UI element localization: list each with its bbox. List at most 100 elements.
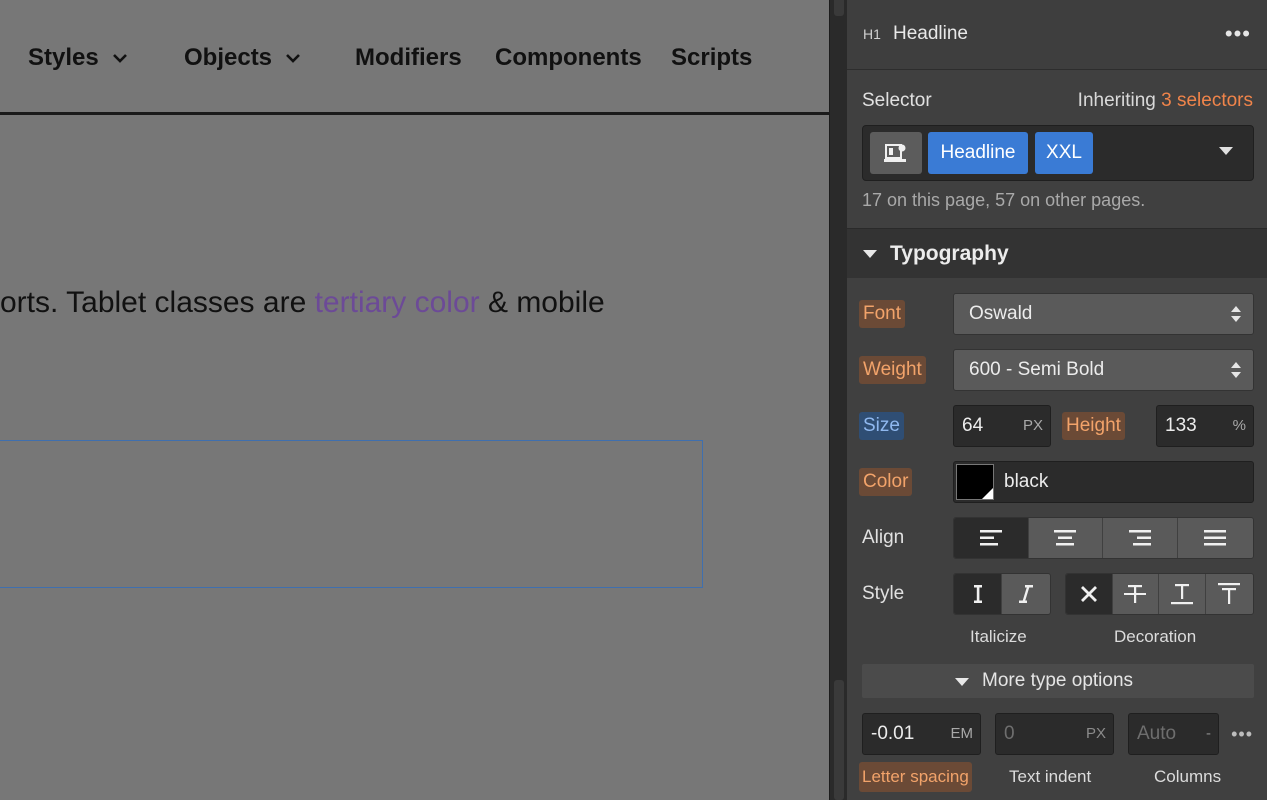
more-type-options-label: More type options — [982, 670, 1134, 691]
chevron-down-icon — [112, 54, 127, 63]
align-left-icon — [979, 530, 1002, 546]
select-arrows-icon — [1231, 306, 1241, 322]
color-swatch[interactable] — [956, 464, 994, 500]
selected-element-outline[interactable] — [0, 440, 703, 588]
canvas-paragraph[interactable]: orts. Tablet classes are tertiary color … — [0, 286, 829, 320]
inheriting-info[interactable]: Inheriting 3 selectors — [1078, 90, 1253, 112]
element-type-badge: H1 — [863, 26, 881, 42]
inheriting-count-link[interactable]: 3 selectors — [1161, 90, 1253, 111]
strikethrough-icon — [1124, 585, 1147, 603]
line-height-input[interactable]: 133 % — [1156, 405, 1254, 447]
weight-label[interactable]: Weight — [859, 356, 926, 384]
more-options-icon[interactable]: ••• — [1225, 23, 1251, 45]
nav-scripts[interactable]: Scripts — [671, 44, 752, 72]
selector-chip-headline[interactable]: Headline — [928, 132, 1028, 174]
align-label: Align — [862, 527, 905, 548]
columns-value: Auto — [1137, 723, 1177, 744]
text-indent-label: Text indent — [1009, 767, 1092, 786]
tertiary-color-text: tertiary color — [314, 286, 480, 319]
decoration-none-button[interactable] — [1066, 574, 1113, 614]
scrollbar-thumb[interactable] — [834, 680, 844, 800]
weight-value: 600 - Semi Bold — [969, 359, 1105, 380]
columns-label: Columns — [1154, 767, 1222, 786]
nav-modifiers[interactable]: Modifiers — [355, 44, 462, 72]
align-center-button[interactable] — [1029, 518, 1103, 558]
design-canvas[interactable]: Styles Objects Modifiers Components Scri… — [0, 0, 829, 800]
italic-text-icon — [1019, 585, 1033, 603]
italicize-caption: Italicize — [970, 627, 1027, 646]
inheriting-prefix: Inheriting — [1077, 90, 1162, 111]
letter-spacing-value: -0.01 — [871, 723, 915, 744]
decoration-caption: Decoration — [1114, 627, 1197, 646]
overline-icon — [1218, 583, 1241, 604]
paragraph-text-end: & mobile — [479, 286, 605, 319]
align-justify-icon — [1204, 530, 1227, 546]
swatch-corner — [982, 488, 993, 499]
height-label[interactable]: Height — [1062, 412, 1125, 440]
nav-objects-label: Objects — [184, 44, 273, 71]
italic-group — [953, 573, 1051, 615]
selector-usage-note: 17 on this page, 57 on other pages. — [862, 190, 1146, 210]
selector-label: Selector — [862, 90, 932, 111]
nav-styles-label: Styles — [28, 44, 99, 71]
size-label[interactable]: Size — [859, 412, 904, 440]
close-icon — [1080, 586, 1097, 602]
underline-button[interactable] — [1159, 574, 1206, 614]
align-right-button[interactable] — [1103, 518, 1178, 558]
selector-field[interactable]: Headline XXL — [862, 125, 1254, 181]
columns-more-icon[interactable]: ••• — [1231, 724, 1253, 744]
text-indent-input[interactable]: 0 PX — [995, 713, 1114, 755]
overline-button[interactable] — [1206, 574, 1253, 614]
upright-text-icon — [973, 585, 982, 603]
typography-title: Typography — [890, 242, 1009, 265]
letter-spacing-unit[interactable]: EM — [951, 725, 974, 742]
size-input[interactable]: 64 PX — [953, 405, 1051, 447]
panel-header: H1 Headline ••• — [847, 0, 1267, 70]
color-input[interactable]: black — [953, 461, 1254, 503]
paragraph-text-start: orts. Tablet classes are — [0, 286, 315, 319]
device-state-icon — [884, 144, 906, 162]
weight-select[interactable]: 600 - Semi Bold — [953, 349, 1254, 391]
columns-unit[interactable]: - — [1206, 725, 1211, 742]
collapse-triangle-icon — [863, 250, 877, 258]
letter-spacing-label[interactable]: Letter spacing — [859, 762, 972, 792]
chevron-down-icon — [286, 54, 300, 63]
nav-styles[interactable]: Styles — [28, 44, 129, 72]
style-label: Style — [862, 583, 905, 604]
align-center-icon — [1054, 530, 1077, 546]
letter-spacing-input[interactable]: -0.01 EM — [862, 713, 981, 755]
selector-dropdown-icon[interactable] — [1219, 147, 1233, 155]
align-left-button[interactable] — [954, 518, 1029, 558]
text-align-group — [953, 517, 1254, 559]
underline-icon — [1170, 584, 1193, 605]
nav-components[interactable]: Components — [495, 44, 642, 72]
element-name: Headline — [893, 23, 968, 44]
size-unit[interactable]: PX — [1023, 417, 1043, 434]
strikethrough-button[interactable] — [1113, 574, 1159, 614]
align-right-icon — [1128, 530, 1151, 546]
nav-objects[interactable]: Objects — [184, 44, 302, 72]
height-unit[interactable]: % — [1233, 417, 1246, 434]
font-select[interactable]: Oswald — [953, 293, 1254, 335]
columns-input[interactable]: Auto - — [1128, 713, 1219, 755]
align-justify-button[interactable] — [1178, 518, 1253, 558]
decoration-group — [1065, 573, 1254, 615]
text-indent-value: 0 — [1004, 723, 1015, 744]
more-type-options-toggle[interactable]: More type options — [862, 664, 1254, 698]
expand-triangle-icon — [955, 678, 969, 686]
font-label[interactable]: Font — [859, 300, 906, 328]
size-value: 64 — [962, 415, 984, 436]
selector-chip-xxl[interactable]: XXL — [1035, 132, 1093, 174]
element-state-icon[interactable] — [870, 132, 922, 174]
font-value: Oswald — [969, 303, 1033, 324]
canvas-scrollbar[interactable] — [829, 0, 847, 800]
italic-on-button[interactable] — [1002, 574, 1050, 614]
color-label[interactable]: Color — [859, 468, 913, 496]
style-panel: H1 Headline ••• Selector Inheriting 3 se… — [847, 0, 1267, 800]
typography-section-header[interactable]: Typography — [847, 228, 1267, 278]
canvas-navbar: Styles Objects Modifiers Components Scri… — [0, 0, 829, 115]
select-arrows-icon — [1231, 362, 1241, 378]
italic-off-button[interactable] — [954, 574, 1002, 614]
color-value: black — [1004, 471, 1049, 492]
text-indent-unit[interactable]: PX — [1086, 725, 1106, 742]
